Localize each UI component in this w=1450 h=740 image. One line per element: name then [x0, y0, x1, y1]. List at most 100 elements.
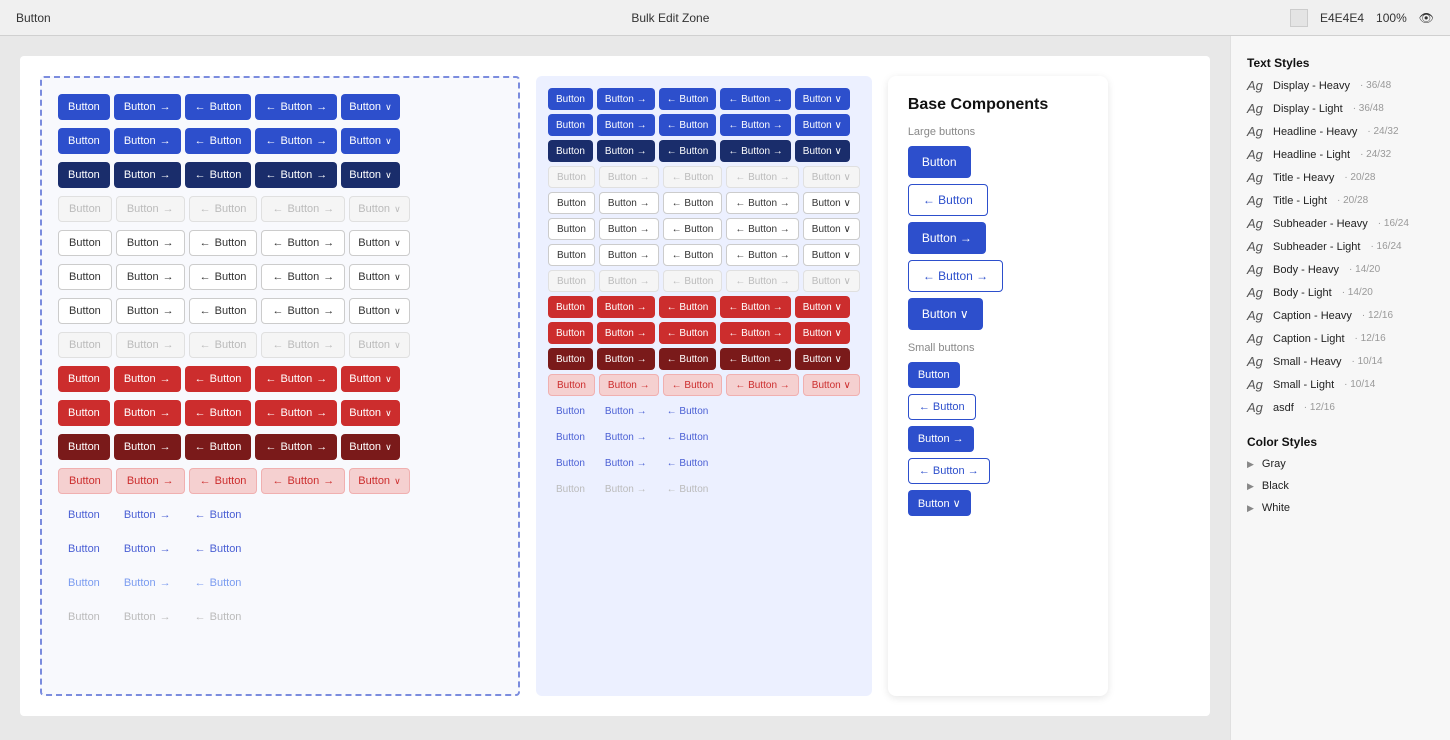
btn-red-dark-chev[interactable]: Button [341, 434, 399, 460]
text-style-display-heavy[interactable]: Ag Display - Heavy · 36/48 [1231, 74, 1450, 97]
sm-link-left-4[interactable]: ← Button [659, 478, 717, 500]
text-style-body-light[interactable]: Ag Body - Light · 14/20 [1231, 281, 1450, 304]
btn-red-both-1[interactable]: Button [255, 366, 337, 392]
sm-outline-both-1[interactable]: ← Button → [726, 192, 798, 214]
btn-outline-plain-1[interactable]: Button [58, 230, 112, 256]
btn-outline-chev-1[interactable]: Button [349, 230, 409, 256]
btn-link-plain-4[interactable]: Button [58, 604, 110, 630]
sm-ghost-left[interactable]: ← Button [663, 166, 723, 188]
btn-red-plain-2[interactable]: Button [58, 400, 110, 426]
btn-ghost-left[interactable]: Button [189, 196, 258, 222]
sm-blue-both-1[interactable]: ← Button → [720, 88, 790, 110]
btn-red-light-arrow[interactable]: Button [116, 468, 185, 494]
sm-link-arrow-3[interactable]: Button → [597, 452, 655, 474]
sm-ghost2-left[interactable]: ← Button [663, 270, 723, 292]
sm-ghost-both[interactable]: ← Button → [726, 166, 798, 188]
sm-red-both-2[interactable]: ← Button → [720, 322, 790, 344]
text-style-caption-light[interactable]: Ag Caption - Light · 12/16 [1231, 327, 1450, 350]
btn-outline-arrow-2[interactable]: Button [116, 264, 185, 290]
text-style-display-light[interactable]: Ag Display - Light · 36/48 [1231, 97, 1450, 120]
btn-link-arrow-2[interactable]: Button [114, 536, 181, 562]
text-style-small-heavy[interactable]: Ag Small - Heavy · 10/14 [1231, 350, 1450, 373]
btn-ghost-2-chev[interactable]: Button [349, 332, 409, 358]
btn-outline-plain-3[interactable]: Button [58, 298, 112, 324]
sm-red-light-left[interactable]: ← Button [663, 374, 723, 396]
btn-red-left-2[interactable]: Button [185, 400, 252, 426]
sm-ghost2-plain[interactable]: Button [548, 270, 595, 292]
sm-blue-both-2[interactable]: ← Button → [720, 114, 790, 136]
btn-outline-chev-3[interactable]: Button [349, 298, 409, 324]
sm-red-plain-2[interactable]: Button [548, 322, 593, 344]
btn-link-left-1[interactable]: Button [185, 502, 252, 528]
btn-outline-plain-2[interactable]: Button [58, 264, 112, 290]
btn-link-left-2[interactable]: Button [185, 536, 252, 562]
bc-large-btn-3[interactable]: Button → [908, 222, 986, 254]
bc-small-btn-1[interactable]: Button [908, 362, 960, 388]
sm-red-light-both[interactable]: ← Button → [726, 374, 798, 396]
text-style-subheader-light[interactable]: Ag Subheader - Light · 16/24 [1231, 235, 1450, 258]
btn-link-plain-1[interactable]: Button [58, 502, 110, 528]
text-style-asdf[interactable]: Ag asdf · 12/16 [1231, 396, 1450, 419]
btn-ghost-plain[interactable]: Button [58, 196, 112, 222]
btn-blue-2-both[interactable]: Button [255, 128, 337, 154]
sm-red-chev-2[interactable]: Button ∨ [795, 322, 850, 344]
btn-navy-left[interactable]: Button [185, 162, 252, 188]
btn-ghost-both[interactable]: Button [261, 196, 345, 222]
sm-red-light-chev[interactable]: Button ∨ [803, 374, 860, 396]
btn-link-arrow-3[interactable]: Button [114, 570, 181, 596]
sm-ghost-plain[interactable]: Button [548, 166, 595, 188]
btn-red-light-plain[interactable]: Button [58, 468, 112, 494]
btn-red-chev-2[interactable]: Button [341, 400, 399, 426]
btn-link-arrow-1[interactable]: Button [114, 502, 181, 528]
bc-small-btn-2[interactable]: ← Button [908, 394, 976, 420]
btn-blue-both[interactable]: Button [255, 94, 337, 120]
sm-navy-chev[interactable]: Button ∨ [795, 140, 850, 162]
sm-outline-arrow-1[interactable]: Button → [599, 192, 659, 214]
sm-red-dark-left[interactable]: ← Button [659, 348, 717, 370]
btn-red-chev-1[interactable]: Button [341, 366, 399, 392]
btn-red-arrow-2[interactable]: Button [114, 400, 181, 426]
color-group-gray[interactable]: ▶ Gray [1231, 453, 1450, 475]
sm-blue-chev-1[interactable]: Button ∨ [795, 88, 850, 110]
sm-outline-both-2[interactable]: ← Button → [726, 218, 798, 240]
bc-small-btn-4[interactable]: ← Button → [908, 458, 990, 484]
sm-red-arrow-2[interactable]: Button → [597, 322, 655, 344]
btn-ghost-2-left[interactable]: Button [189, 332, 258, 358]
sm-link-arrow-2[interactable]: Button → [597, 426, 655, 448]
btn-red-dark-arrow[interactable]: Button [114, 434, 181, 460]
btn-red-left-1[interactable]: Button [185, 366, 252, 392]
sm-red-plain-1[interactable]: Button [548, 296, 593, 318]
sm-outline-arrow-3[interactable]: Button → [599, 244, 659, 266]
sm-ghost-chev[interactable]: Button ∨ [803, 166, 860, 188]
btn-red-light-both[interactable]: Button [261, 468, 345, 494]
btn-outline-both-1[interactable]: Button [261, 230, 345, 256]
btn-outline-left-1[interactable]: Button [189, 230, 258, 256]
sm-red-dark-arrow[interactable]: Button → [597, 348, 655, 370]
btn-red-light-chev[interactable]: Button [349, 468, 409, 494]
sm-blue-plain-1[interactable]: Button [548, 88, 593, 110]
btn-blue-plain[interactable]: Button [58, 94, 110, 120]
bc-small-btn-3[interactable]: Button → [908, 426, 974, 452]
sm-link-left-3[interactable]: ← Button [659, 452, 717, 474]
btn-outline-arrow-3[interactable]: Button [116, 298, 185, 324]
sm-blue-arrow-1[interactable]: Button → [597, 88, 655, 110]
sm-outline-plain-3[interactable]: Button [548, 244, 595, 266]
sm-outline-plain-1[interactable]: Button [548, 192, 595, 214]
btn-blue-2-chev[interactable]: Button [341, 128, 399, 154]
sm-red-dark-plain[interactable]: Button [548, 348, 593, 370]
btn-link-left-4[interactable]: Button [185, 604, 252, 630]
btn-navy-plain[interactable]: Button [58, 162, 110, 188]
btn-red-plain-1[interactable]: Button [58, 366, 110, 392]
text-style-title-light[interactable]: Ag Title - Light · 20/28 [1231, 189, 1450, 212]
text-style-subheader-heavy[interactable]: Ag Subheader - Heavy · 16/24 [1231, 212, 1450, 235]
sm-red-dark-both[interactable]: ← Button → [720, 348, 790, 370]
sm-outline-both-3[interactable]: ← Button → [726, 244, 798, 266]
btn-outline-left-2[interactable]: Button [189, 264, 258, 290]
btn-outline-left-3[interactable]: Button [189, 298, 258, 324]
sm-navy-both[interactable]: ← Button → [720, 140, 790, 162]
btn-blue-2-plain[interactable]: Button [58, 128, 110, 154]
sm-outline-plain-2[interactable]: Button [548, 218, 595, 240]
bc-large-btn-1[interactable]: Button [908, 146, 971, 178]
btn-outline-both-3[interactable]: Button [261, 298, 345, 324]
btn-ghost-2-arrow[interactable]: Button [116, 332, 185, 358]
